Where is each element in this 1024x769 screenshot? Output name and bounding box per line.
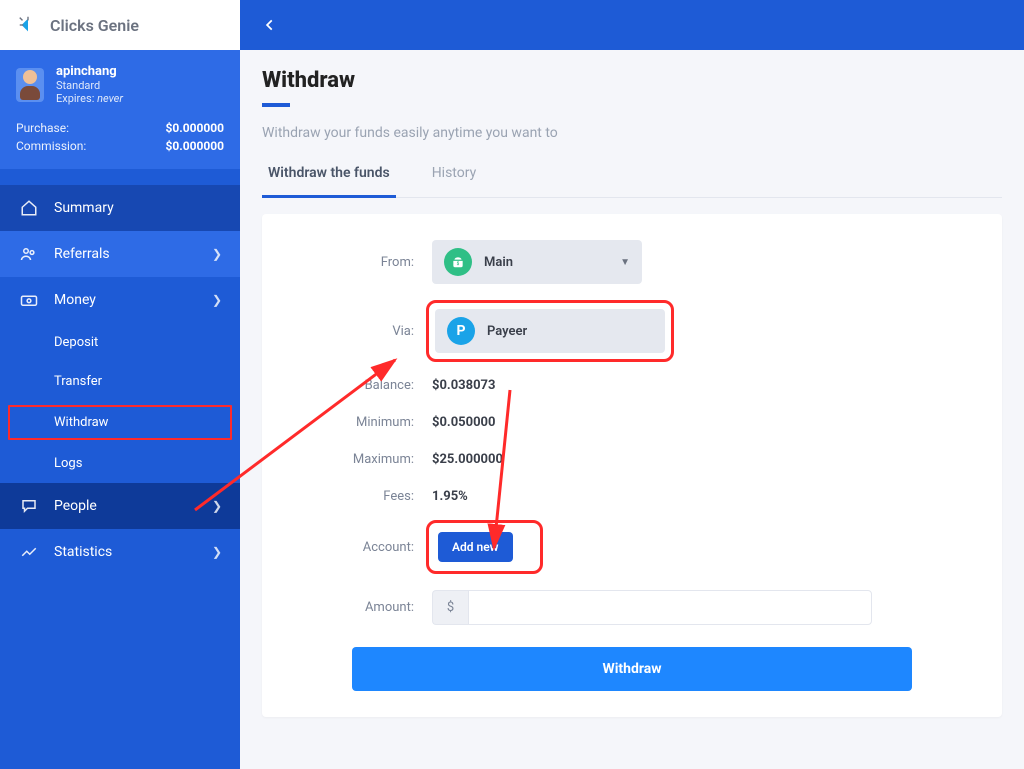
expires-value: never <box>97 92 123 105</box>
page-title: Withdraw <box>262 68 1002 93</box>
chevron-right-icon: ❯ <box>212 247 222 261</box>
from-value: Main <box>484 255 513 270</box>
nav-people-label: People <box>54 498 97 514</box>
chat-icon <box>18 497 40 515</box>
tab-withdraw-funds[interactable]: Withdraw the funds <box>262 151 396 198</box>
nav: Summary Referrals ❯ Money ❯ Deposit Tran… <box>0 185 240 575</box>
via-label: Via: <box>302 324 432 339</box>
people-icon <box>18 245 40 263</box>
main: Withdraw Withdraw your funds easily anyt… <box>240 50 1024 769</box>
nav-withdraw[interactable]: Withdraw <box>6 403 234 442</box>
nav-money-submenu: Deposit Transfer Withdraw Logs <box>0 323 240 483</box>
via-dropdown[interactable]: P Payeer <box>435 309 665 353</box>
home-icon <box>18 199 40 217</box>
nav-summary-label: Summary <box>54 200 114 216</box>
balance-commission-value: $0.000000 <box>165 139 224 153</box>
balance-purchase-label: Purchase: <box>16 121 69 135</box>
nav-referrals-label: Referrals <box>54 246 110 262</box>
fees-label: Fees: <box>302 489 432 504</box>
brand-name: Clicks Genie <box>50 16 139 35</box>
page-desc: Withdraw your funds easily anytime you w… <box>262 125 1002 141</box>
avatar <box>16 68 44 102</box>
expires-label: Expires: <box>56 92 94 105</box>
balance-label: Balance: <box>302 378 432 393</box>
fees-value: 1.95% <box>432 489 468 504</box>
nav-statistics[interactable]: Statistics ❯ <box>0 529 240 575</box>
nav-referrals[interactable]: Referrals ❯ <box>0 231 240 277</box>
nav-deposit[interactable]: Deposit <box>0 323 240 362</box>
amount-input-group: $ <box>432 590 872 625</box>
nav-summary[interactable]: Summary <box>0 185 240 231</box>
chart-icon <box>18 543 40 561</box>
title-underline <box>262 103 290 107</box>
logo-icon <box>16 13 40 37</box>
from-label: From: <box>302 255 432 270</box>
payeer-icon: P <box>447 317 475 345</box>
logo-bar: Clicks Genie <box>0 0 240 50</box>
withdraw-card: From: $ Main ▼ Via: P Payeer Balance: $0… <box>262 214 1002 717</box>
back-button[interactable] <box>254 9 286 41</box>
sidebar: Clicks Genie apinchang Standard Expires:… <box>0 0 240 769</box>
nav-money[interactable]: Money ❯ <box>0 277 240 323</box>
user-expires: Expires: never <box>56 92 123 105</box>
maximum-label: Maximum: <box>302 452 432 467</box>
topbar <box>240 0 1024 50</box>
account-highlight: Add new <box>432 526 537 568</box>
balance-value: $0.038073 <box>432 378 495 393</box>
amount-prefix: $ <box>432 590 468 625</box>
via-highlight: P Payeer <box>432 306 668 356</box>
user-name: apinchang <box>56 64 123 79</box>
nav-people[interactable]: People ❯ <box>0 483 240 529</box>
maximum-value: $25.000000 <box>432 452 503 467</box>
balances: Main:$0.038073 Purchase:$0.000000 Commis… <box>16 115 224 155</box>
via-value: Payeer <box>487 324 527 339</box>
minimum-label: Minimum: <box>302 415 432 430</box>
from-dropdown[interactable]: $ Main ▼ <box>432 240 642 284</box>
add-new-button[interactable]: Add new <box>438 532 513 562</box>
money-icon <box>18 291 40 309</box>
tab-history[interactable]: History <box>426 151 483 197</box>
chevron-right-icon: ❯ <box>212 499 222 513</box>
nav-transfer[interactable]: Transfer <box>0 362 240 401</box>
nav-statistics-label: Statistics <box>54 544 112 560</box>
user-block: apinchang Standard Expires: never Main:$… <box>0 50 240 169</box>
account-label: Account: <box>302 540 432 555</box>
user-tier: Standard <box>56 79 123 92</box>
balance-purchase-value: $0.000000 <box>165 121 224 135</box>
amount-input[interactable] <box>468 590 872 625</box>
chevron-down-icon: ▼ <box>620 257 630 268</box>
minimum-value: $0.050000 <box>432 415 495 430</box>
amount-label: Amount: <box>302 600 432 615</box>
withdraw-button[interactable]: Withdraw <box>352 647 912 691</box>
chevron-right-icon: ❯ <box>212 545 222 559</box>
chevron-right-icon: ❯ <box>212 293 222 307</box>
nav-logs[interactable]: Logs <box>0 444 240 483</box>
balance-commission-label: Commission: <box>16 139 86 153</box>
tabs: Withdraw the funds History <box>262 151 1002 198</box>
wallet-icon: $ <box>444 248 472 276</box>
nav-money-label: Money <box>54 292 96 308</box>
